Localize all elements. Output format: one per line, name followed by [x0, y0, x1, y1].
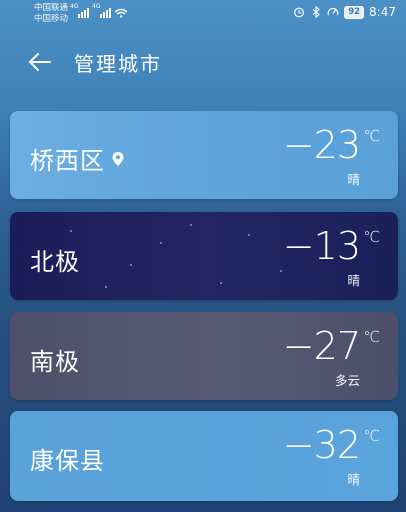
city-card-kangbao[interactable]: 康保县 −32 ℃ 晴 [10, 411, 398, 501]
wifi-icon [114, 8, 128, 18]
signal-icon-1 [78, 6, 89, 18]
city-name: 北极 [30, 248, 80, 276]
signal-icon-2 [100, 6, 111, 18]
status-bar: 中国联通 中国移动 4G 4G 92 8:47 [0, 0, 406, 30]
back-arrow-icon[interactable] [26, 50, 54, 74]
temperature: −23 [282, 123, 361, 167]
weather-condition: 晴 [347, 172, 360, 187]
bluetooth-icon [312, 6, 321, 18]
temperature: −27 [282, 324, 361, 368]
page-title: 管理城市 [74, 52, 162, 76]
carrier-2: 中国移动 [34, 14, 69, 24]
carrier-labels: 中国联通 中国移动 [34, 3, 68, 25]
weather-condition: 晴 [347, 472, 360, 487]
temperature: −32 [282, 423, 361, 467]
city-name-row: 北极 [30, 242, 80, 277]
city-name-row: 康保县 [30, 441, 105, 476]
temperature-unit: ℃ [363, 427, 380, 445]
temperature-unit: ℃ [363, 127, 380, 145]
temperature-unit: ℃ [363, 328, 380, 346]
city-name: 南极 [30, 348, 80, 376]
city-name-row: 桥西区 [30, 141, 125, 176]
city-name-row: 南极 [30, 342, 80, 377]
city-name: 康保县 [30, 447, 105, 475]
city-name: 桥西区 [30, 147, 105, 175]
city-card-arctic[interactable]: 北极 −13 ℃ 晴 [10, 212, 398, 300]
city-card-antarctic[interactable]: 南极 −27 ℃ 多云 [10, 312, 398, 400]
speed-icon [327, 8, 339, 16]
status-right: 92 8:47 [293, 5, 396, 19]
carrier-1: 中国联通 [34, 3, 69, 13]
clock: 8:47 [369, 5, 396, 19]
city-card-qiaoxi[interactable]: 桥西区 −23 ℃ 晴 [10, 111, 398, 199]
battery-level: 92 [344, 5, 365, 19]
alarm-icon [294, 7, 305, 18]
temperature: −13 [282, 224, 361, 268]
location-pin-icon [112, 151, 124, 166]
weather-condition: 多云 [334, 373, 360, 388]
weather-condition: 晴 [347, 273, 360, 288]
temperature-unit: ℃ [363, 228, 380, 246]
top-bar: 管理城市 [0, 42, 406, 82]
